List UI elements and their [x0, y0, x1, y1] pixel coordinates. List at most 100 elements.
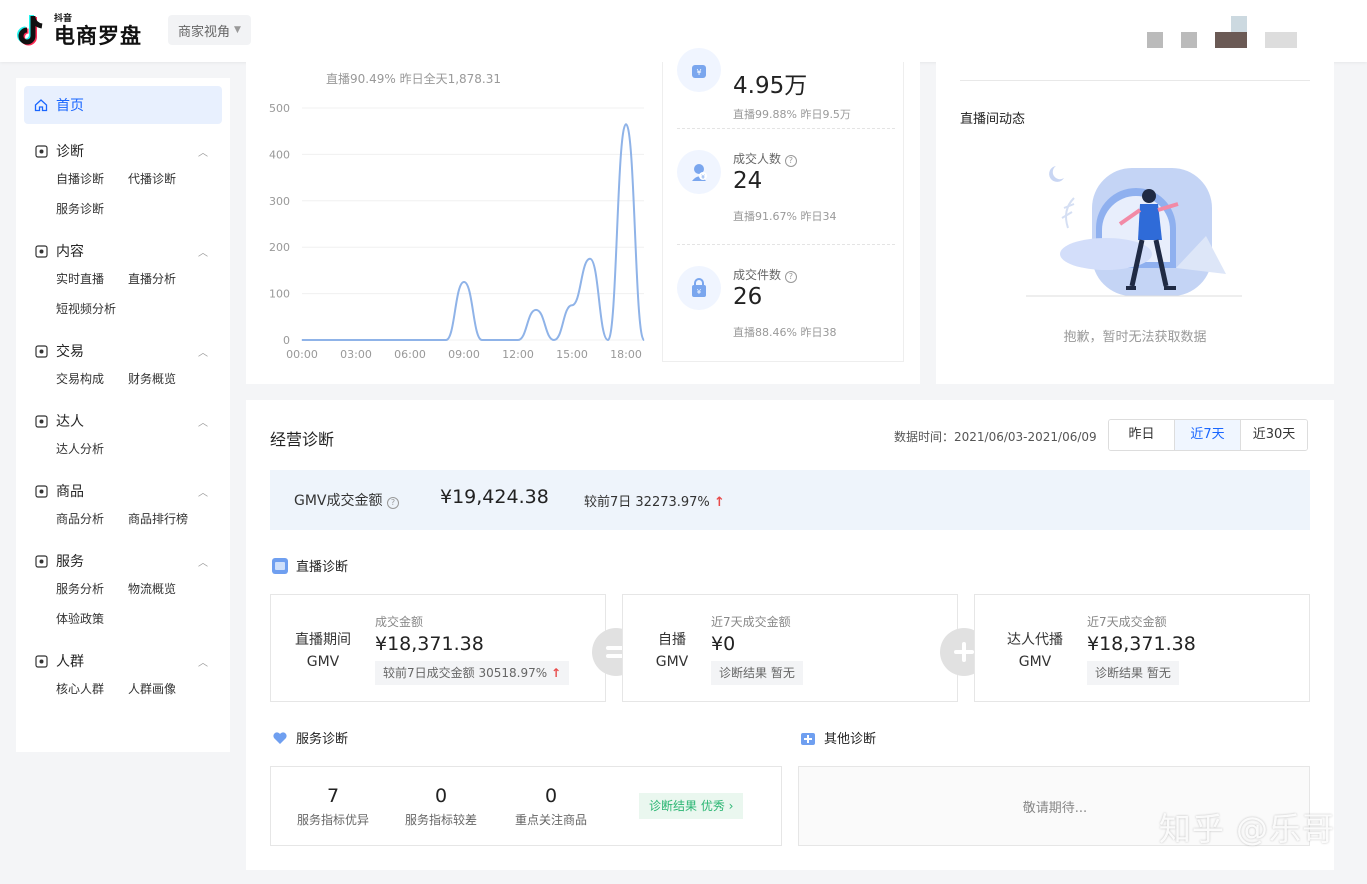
metric-value: 24	[733, 168, 763, 194]
crowd-icon	[34, 654, 48, 668]
gmv-label: GMV成交金额 ?	[294, 490, 399, 510]
sidebar-group: 商品 ︿ 商品分析 商品排行榜	[24, 478, 222, 534]
data-point[interactable]	[571, 304, 573, 306]
view-selector[interactable]: 商家视角 ▼	[168, 15, 251, 45]
flow-value: ¥0	[711, 633, 736, 655]
sidebar-subitem[interactable]: 核心人群	[56, 674, 128, 704]
user-area[interactable]	[1147, 14, 1297, 48]
sidebar-group-header[interactable]: 交易 ︿	[24, 338, 222, 364]
sidebar-group-header[interactable]: 商品 ︿	[24, 478, 222, 504]
sidebar-group-label: 内容	[56, 244, 84, 260]
service-stat: 0 重点关注商品	[514, 785, 587, 827]
metric-label: 成交件数 ?	[733, 266, 797, 283]
data-point[interactable]	[355, 339, 357, 341]
blurred-avatar	[1147, 32, 1163, 48]
svg-text:¥: ¥	[701, 174, 705, 181]
sidebar-subitem[interactable]: 实时直播	[56, 264, 128, 294]
douyin-logo-icon	[16, 14, 48, 48]
sidebar-group-label: 人群	[56, 654, 84, 670]
tv-icon	[272, 557, 288, 574]
y-tick-label: 0	[283, 334, 290, 347]
sidebar-group-header[interactable]: 人群 ︿	[24, 648, 222, 674]
flow-self-live-gmv: 自播 GMV 近7天成交金额 ¥0 诊断结果 暂无	[622, 594, 958, 702]
chevron-up-icon[interactable]: ︿	[198, 344, 208, 359]
data-point[interactable]	[319, 339, 321, 341]
sidebar-subitems: 交易构成 财务概览	[24, 364, 222, 394]
section-label: 直播诊断	[296, 560, 349, 575]
service-diagnosis-section: 服务诊断	[272, 728, 348, 747]
flow-label: 近7天成交金额	[711, 615, 791, 629]
chevron-up-icon[interactable]: ︿	[198, 654, 208, 669]
range-yesterday-button[interactable]: 昨日	[1109, 420, 1175, 450]
sidebar-subitem[interactable]: 服务诊断	[56, 194, 128, 224]
help-icon[interactable]: ?	[784, 271, 797, 283]
flow-left-label: 直播期间 GMV	[295, 632, 351, 670]
help-icon[interactable]: ?	[784, 155, 797, 167]
sidebar-group: 人群 ︿ 核心人群 人群画像	[24, 648, 222, 704]
sidebar-subitems: 自播诊断 代播诊断 服务诊断	[24, 164, 222, 224]
metric-items: ¥ 成交件数 ? 26 直播88.46% 昨日38	[677, 252, 897, 368]
data-point[interactable]	[445, 339, 447, 341]
blurred-avatar	[1231, 16, 1247, 32]
chevron-up-icon[interactable]: ︿	[198, 484, 208, 499]
data-point[interactable]	[301, 339, 303, 341]
chevron-up-icon[interactable]: ︿	[198, 244, 208, 259]
data-point[interactable]	[589, 258, 591, 260]
chevron-up-icon[interactable]: ︿	[198, 144, 208, 159]
data-point[interactable]	[643, 339, 645, 341]
data-point[interactable]	[607, 339, 609, 341]
range-7d-button[interactable]: 近7天	[1175, 420, 1241, 450]
sidebar-subitem[interactable]: 短视频分析	[56, 294, 128, 324]
arrow-up-icon: ↑	[713, 495, 725, 510]
x-tick-label: 18:00	[610, 348, 642, 361]
sidebar-subitem[interactable]: 交易构成	[56, 364, 128, 394]
chart-subline: 直播90.49% 昨日全天1,878.31	[326, 72, 502, 86]
arrow-up-icon: ↑	[550, 666, 562, 680]
sidebar-subitem[interactable]: 人群画像	[128, 674, 200, 704]
metric-value: 26	[733, 284, 763, 310]
sidebar-subitem[interactable]: 商品分析	[56, 504, 128, 534]
data-point[interactable]	[535, 309, 537, 311]
sidebar-group-header[interactable]: 内容 ︿	[24, 238, 222, 264]
data-point[interactable]	[427, 339, 429, 341]
sidebar-subitem[interactable]: 服务分析	[56, 574, 128, 604]
data-point[interactable]	[481, 339, 483, 341]
data-point[interactable]	[553, 339, 555, 341]
sidebar-subitem[interactable]: 自播诊断	[56, 164, 128, 194]
data-point[interactable]	[499, 339, 501, 341]
data-point[interactable]	[391, 339, 393, 341]
data-point[interactable]	[517, 339, 519, 341]
service-stat: 0 服务指标较差	[404, 785, 477, 827]
sidebar-group-label: 服务	[56, 554, 84, 570]
sidebar-group: 交易 ︿ 交易构成 财务概览	[24, 338, 222, 394]
sidebar-group-header[interactable]: 达人 ︿	[24, 408, 222, 434]
sidebar-subitem[interactable]: 代播诊断	[128, 164, 200, 194]
sidebar-subitem[interactable]: 体验政策	[56, 604, 128, 634]
data-point[interactable]	[625, 123, 627, 125]
view-selector-value: 商家视角	[178, 24, 231, 40]
sidebar-subitem[interactable]: 商品排行榜	[128, 504, 200, 534]
data-point[interactable]	[337, 339, 339, 341]
data-point[interactable]	[463, 281, 465, 283]
data-point[interactable]	[373, 339, 375, 341]
sidebar-item-home[interactable]: 首页	[24, 86, 222, 124]
chevron-up-icon[interactable]: ︿	[198, 554, 208, 569]
sidebar-subitem[interactable]: 财务概览	[128, 364, 200, 394]
date-range-selector: 昨日 近7天 近30天	[1108, 419, 1308, 451]
service-result-badge[interactable]: 诊断结果 优秀 ›	[639, 793, 744, 819]
help-icon[interactable]: ?	[386, 497, 399, 509]
service-stat: 7 服务指标优异	[296, 785, 369, 827]
sidebar-group-label: 达人	[56, 414, 84, 430]
sidebar-subitem[interactable]: 直播分析	[128, 264, 200, 294]
sidebar-group-header[interactable]: 诊断 ︿	[24, 138, 222, 164]
sidebar-group: 诊断 ︿ 自播诊断 代播诊断 服务诊断	[24, 138, 222, 224]
range-30d-button[interactable]: 近30天	[1241, 420, 1307, 450]
divider	[677, 128, 895, 129]
chevron-up-icon[interactable]: ︿	[198, 414, 208, 429]
logo[interactable]: 抖音 电商罗盘	[16, 12, 142, 50]
sidebar-group-header[interactable]: 服务 ︿	[24, 548, 222, 574]
sidebar-group: 达人 ︿ 达人分析	[24, 408, 222, 464]
data-point[interactable]	[409, 339, 411, 341]
sidebar-subitem[interactable]: 物流概览	[128, 574, 200, 604]
sidebar-subitem[interactable]: 达人分析	[56, 434, 128, 464]
